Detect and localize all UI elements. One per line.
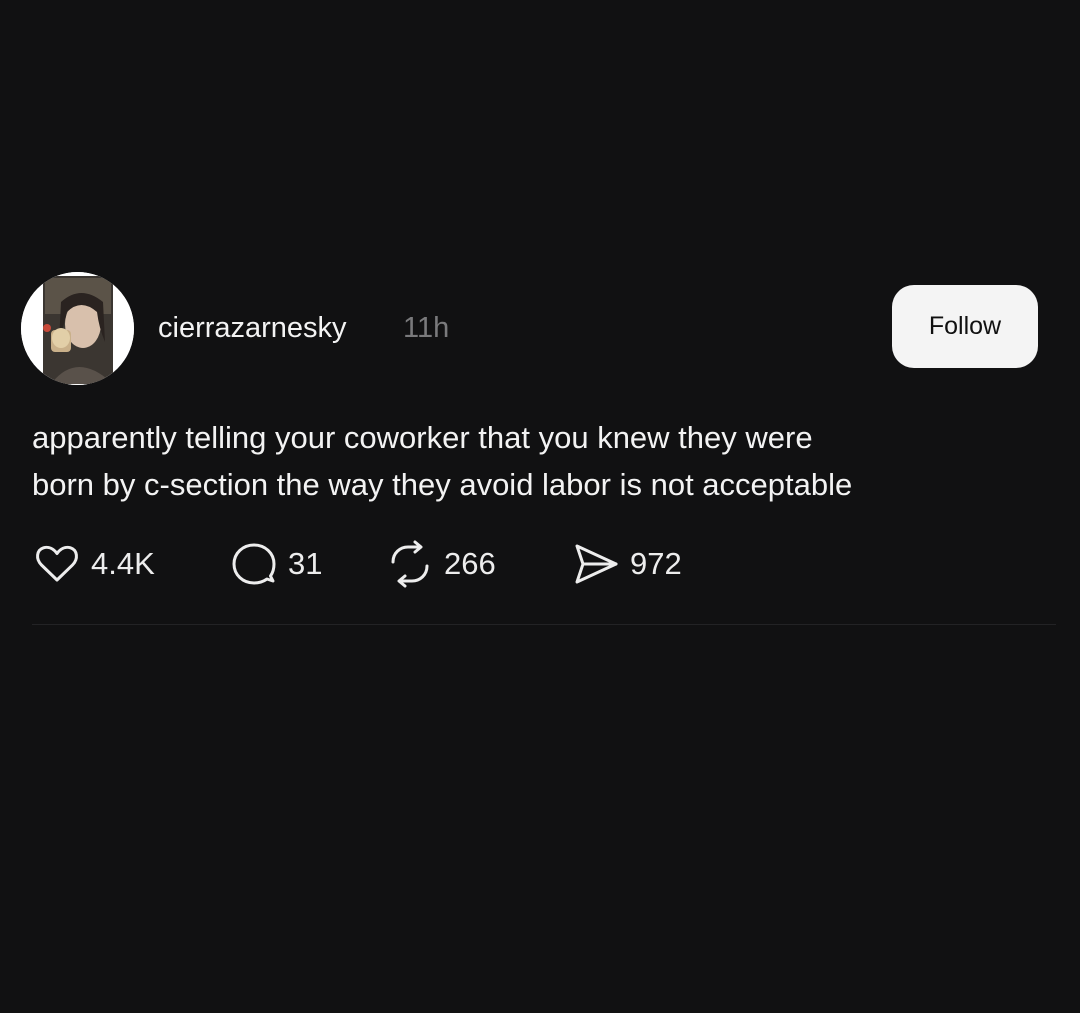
paper-plane-icon [575,544,618,584]
post-text: apparently telling your coworker that yo… [32,414,1042,508]
follow-button[interactable]: Follow [892,285,1038,368]
timestamp: 11h [403,312,450,344]
post: cierrazarnesky 11h Follow apparently tel… [0,0,1080,1013]
post-text-line: born by c-section the way they avoid lab… [32,467,853,502]
reply-button[interactable]: 31 [230,540,322,588]
avatar-photo [21,272,134,385]
avatar[interactable] [21,272,134,385]
username[interactable]: cierrazarnesky [158,310,347,346]
reply-count: 31 [288,546,323,581]
repost-button[interactable]: 266 [386,540,496,588]
like-count: 4.4K [91,546,155,581]
divider [32,624,1056,625]
like-button[interactable]: 4.4K [33,540,155,588]
share-button[interactable]: 972 [572,540,682,588]
post-text-line: apparently telling your coworker that yo… [32,420,813,455]
heart-icon [36,545,78,582]
repost-count: 266 [444,546,496,581]
share-count: 972 [630,546,682,581]
repost-arrows-icon [391,540,429,588]
speech-bubble-icon [232,543,276,585]
